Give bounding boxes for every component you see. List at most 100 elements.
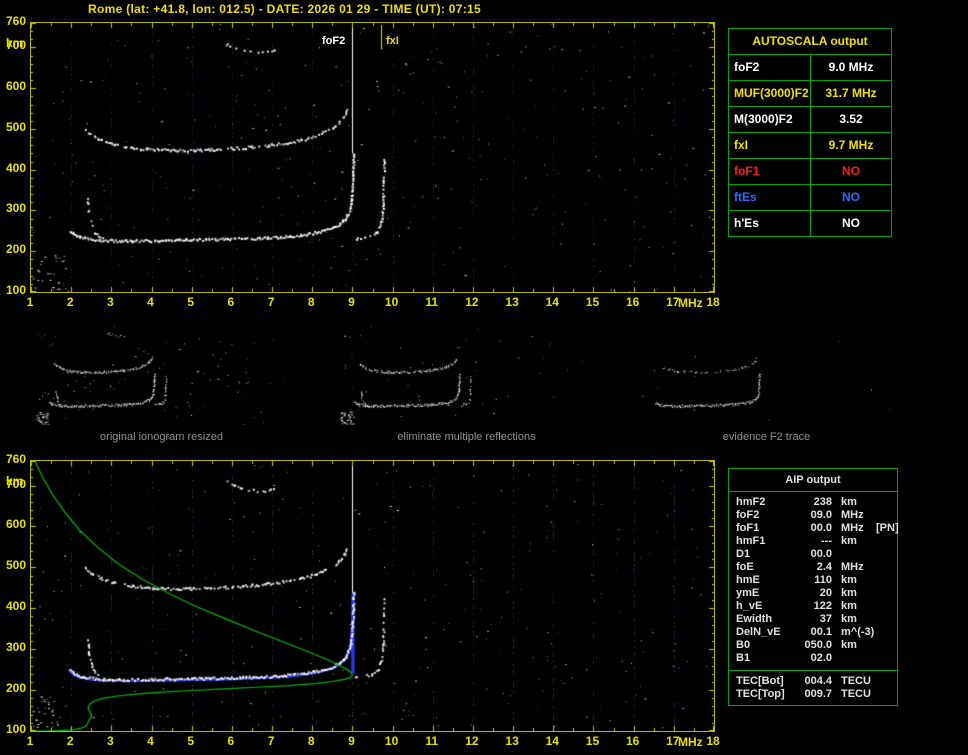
aip-row-B0: B0 050.0 km	[729, 639, 897, 652]
y-axis-label-200: 200	[5, 242, 26, 257]
param-extra	[874, 496, 897, 509]
x-axis-label-5: 5	[187, 295, 195, 309]
param-extra: [PN]	[876, 522, 899, 534]
param-label: h'Es	[729, 211, 811, 236]
autoscala-app-window: Rome (lat: +41.8, lon: 012.5) - DATE: 20…	[0, 0, 968, 755]
x-axis-label-11: 11	[425, 295, 439, 309]
param-extra	[874, 639, 897, 652]
param-value: 004.4	[804, 675, 832, 687]
param-label: TEC[Bot]	[736, 675, 784, 687]
param-value: NO	[842, 216, 860, 230]
thumbnail-canvas-f2trace	[640, 325, 893, 425]
y-axis-label-760: 760	[5, 452, 26, 466]
thumbnail-multiple-reflections-removed	[340, 325, 593, 425]
param-label: foF1	[729, 159, 811, 184]
param-value: 2.4	[816, 561, 832, 573]
param-unit: km	[841, 600, 857, 612]
x-axis-label-6: 6	[227, 295, 235, 309]
x-axis-label-16: 16	[625, 295, 640, 309]
aip-table-header: AIP output	[729, 469, 897, 492]
param-extra	[874, 509, 897, 522]
y-axis-label-760: 760	[5, 14, 26, 28]
y-axis-label-300: 300	[5, 640, 26, 655]
param-label: foF2	[729, 55, 811, 80]
thumbnail-canvas-original	[35, 325, 288, 425]
thumbnail-caption: evidence F2 trace	[722, 431, 811, 443]
x-axis-label-13: 13	[505, 295, 519, 309]
param-label: B1	[736, 652, 751, 664]
station-date-time-title: Rome (lat: +41.8, lon: 012.5) - DATE: 20…	[88, 2, 481, 16]
param-unit: km	[841, 613, 857, 625]
param-extra	[874, 652, 897, 665]
thumbnail-original-ionogram	[35, 325, 288, 425]
param-value: 050.0	[804, 639, 832, 651]
param-unit: km	[841, 535, 857, 547]
y-axis-label-200: 200	[5, 681, 26, 696]
param-unit: TECU	[841, 675, 871, 687]
param-label: hmF2	[736, 496, 766, 508]
param-value: 3.52	[839, 112, 863, 126]
param-extra	[874, 561, 897, 574]
x-axis-label-14: 14	[545, 295, 559, 309]
param-extra	[874, 626, 897, 639]
x-axis-label-18: 18	[706, 295, 720, 309]
table-row-fxI: fxI 9.7 MHz	[729, 133, 891, 159]
aip-row-B1: B1 02.0	[729, 652, 897, 665]
x-axis-label-12: 12	[465, 734, 479, 748]
x-axis-label-16: 16	[625, 734, 640, 748]
foF2-marker-label: foF2	[320, 35, 348, 48]
param-value: 02.0	[810, 652, 832, 664]
param-label: Ewidth	[736, 613, 773, 625]
x-axis-label-9: 9	[348, 295, 355, 309]
y-axis-label-500: 500	[5, 558, 26, 573]
fxI-marker-label: fxI	[384, 35, 401, 48]
param-extra	[874, 613, 897, 626]
param-unit: km	[841, 574, 857, 586]
param-label: foF2	[736, 509, 760, 521]
y-axis-label-700: 700	[5, 38, 26, 53]
aip-row-h_vE: h_vE 122 km	[729, 600, 897, 613]
x-axis-label-9: 9	[348, 734, 355, 748]
aip-row-tec-top: TEC[Top] 009.7 TECU	[729, 688, 897, 701]
x-axis-label-7: 7	[267, 734, 275, 748]
table-row-M3000F2: M(3000)F2 3.52	[729, 107, 891, 133]
param-label: hmF1	[736, 535, 766, 547]
table-row-ftEs: ftEs NO	[729, 185, 891, 211]
y-axis-label-600: 600	[5, 79, 26, 94]
param-value: 009.7	[804, 688, 832, 700]
x-axis-label-11: 11	[425, 734, 439, 748]
y-axis-label-400: 400	[5, 599, 26, 614]
param-value: 122	[813, 600, 832, 612]
y-axis-label-500: 500	[5, 119, 26, 134]
x-axis-label-8: 8	[307, 734, 315, 748]
param-value: 31.7 MHz	[825, 86, 877, 100]
x-axis-label-18: 18	[706, 734, 720, 748]
aip-row-ymE: ymE 20 km	[729, 587, 897, 600]
aip-output-table: AIP output hmF2 238 km foF2 09.0 MHz foF…	[728, 468, 899, 706]
x-axis-label-17: 17	[666, 734, 680, 748]
param-value: 00.1	[810, 626, 832, 638]
autoscala-output-table: AUTOSCALA output foF2 9.0 MHz MUF(3000)F…	[728, 28, 892, 237]
x-axis-label-4: 4	[147, 734, 154, 748]
y-axis-label-600: 600	[5, 517, 26, 532]
ionogram-canvas-bottom	[31, 461, 714, 731]
param-unit: km	[841, 639, 857, 651]
param-value: 00.0	[810, 522, 832, 534]
param-value: 110	[814, 574, 832, 586]
aip-row-DelN_vE: DelN_vE 00.1 m^(-3)	[729, 626, 897, 639]
aip-row-foE: foE 2.4 MHz	[729, 561, 897, 574]
param-value: NO	[842, 190, 860, 204]
param-label: foE	[736, 561, 754, 573]
ionogram-plot-top	[30, 22, 715, 293]
thumbnail-f2-trace-evidence	[640, 325, 893, 425]
param-label: ymE	[736, 587, 760, 599]
param-extra	[874, 548, 897, 561]
param-extra	[874, 587, 897, 600]
param-value: 20	[819, 587, 832, 599]
x-axis-label-7: 7	[267, 295, 275, 309]
param-label: D1	[736, 548, 751, 560]
x-axis-label-10: 10	[384, 295, 399, 309]
thumbnail-canvas-reflections	[340, 325, 593, 425]
x-axis-label-2: 2	[66, 734, 74, 748]
param-extra	[874, 574, 897, 587]
